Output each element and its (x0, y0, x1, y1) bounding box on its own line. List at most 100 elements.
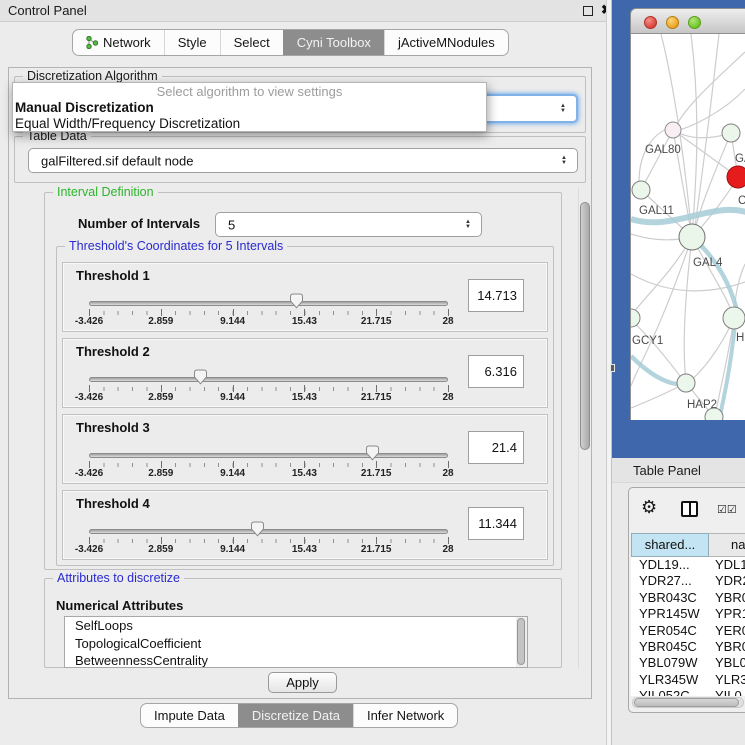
attributes-scrollbar[interactable] (516, 617, 527, 667)
application-window: Control Panel ✖ NetworkStyleSelectCyni T… (0, 0, 745, 745)
tick-mark (304, 309, 305, 316)
num-intervals-label: Number of Intervals (78, 216, 200, 231)
node-label: GA (735, 153, 745, 165)
table-data-combobox[interactable]: galFiltered.sif default node ▲▼ (28, 148, 578, 173)
table-row[interactable]: YLR345WYLR3 (631, 672, 745, 688)
tick-mark (448, 309, 449, 316)
tab-select[interactable]: Select (220, 30, 283, 55)
attribute-list-item[interactable]: TopologicalCoefficient (65, 635, 527, 653)
tick-label: 28 (442, 468, 453, 479)
control-panel-title: Control Panel (8, 3, 87, 18)
table-row[interactable]: YIL052CYIL0 (631, 688, 745, 696)
num-intervals-combobox[interactable]: 5 ▲▼ (215, 212, 482, 237)
tick-label: 9.144 (220, 468, 245, 479)
tick-mark (233, 461, 234, 468)
node-green[interactable] (722, 124, 740, 142)
node-label: HAP2 (687, 399, 717, 411)
table-header-row: shared... na (631, 533, 745, 557)
tick-mark (376, 385, 377, 392)
table-row[interactable]: YBR045CYBR0 (631, 639, 745, 655)
tick-label: 21.715 (361, 316, 392, 327)
tick-label: -3.426 (75, 316, 103, 327)
float-window-icon[interactable] (583, 6, 593, 16)
node-green[interactable] (677, 374, 695, 392)
tab-style[interactable]: Style (164, 30, 220, 55)
node-green[interactable] (631, 309, 640, 327)
select-columns-icon[interactable]: ☑☑ (717, 503, 737, 516)
tab-jactivemnodules[interactable]: jActiveMNodules (384, 30, 508, 55)
threshold-value-field[interactable]: 11.344 (468, 507, 524, 540)
mouse-cursor (610, 364, 615, 372)
network-edge-highlighted (692, 237, 738, 315)
network-graph: GAL80GACGAL11GAL4GCY1HHAP2 (631, 34, 745, 420)
scrollbar-thumb[interactable] (517, 618, 525, 665)
column-header-name[interactable]: na (709, 533, 745, 557)
slider-thumb[interactable] (289, 293, 304, 309)
cell-shared-name: YBL079W (631, 655, 709, 671)
column-header-shared-name[interactable]: shared... (631, 533, 709, 557)
tab-network[interactable]: Network (73, 30, 164, 55)
attribute-list-item[interactable]: SelfLoops (65, 617, 527, 635)
tab-cyni-toolbox[interactable]: Cyni Toolbox (283, 30, 384, 55)
tick-mark (161, 461, 162, 468)
threshold-value-field[interactable]: 21.4 (468, 431, 524, 464)
table-row[interactable]: YBL079WYBL0 (631, 655, 745, 671)
column-layout-icon[interactable] (681, 501, 698, 517)
slider-track[interactable] (89, 453, 448, 458)
zoom-traffic-light-icon[interactable] (688, 16, 701, 29)
tick-mark (304, 385, 305, 392)
scrollbar-thumb[interactable] (580, 202, 590, 450)
dropdown-placeholder: Select algorithm to view settings (13, 83, 486, 100)
node-green[interactable] (723, 307, 745, 329)
close-traffic-light-icon[interactable] (644, 16, 657, 29)
slider-ticks (89, 387, 449, 391)
tab-impute-data[interactable]: Impute Data (141, 704, 238, 727)
cell-shared-name: YLR345W (631, 672, 709, 688)
tick-label: -3.426 (75, 392, 103, 403)
network-edge-highlighted (719, 324, 735, 420)
table-row[interactable]: YDL19...YDL1 (631, 557, 745, 573)
gear-icon[interactable]: ⚙ (641, 497, 657, 518)
node-pink[interactable] (665, 122, 681, 138)
slider-track[interactable] (89, 301, 448, 306)
table-row[interactable]: YBR043CYBR0 (631, 590, 745, 606)
panel-vertical-scrollbar[interactable] (578, 188, 591, 668)
table-row[interactable]: YPR145WYPR1 (631, 606, 745, 622)
tick-mark (304, 461, 305, 468)
slider-thumb[interactable] (250, 521, 265, 537)
node-green[interactable] (632, 181, 650, 199)
apply-button[interactable]: Apply (268, 672, 337, 693)
numerical-attributes-list[interactable]: SelfLoopsTopologicalCoefficientBetweenne… (64, 616, 528, 668)
table-row[interactable]: YDR27...YDR2 (631, 573, 745, 589)
slider-track[interactable] (89, 529, 448, 534)
node-gal4[interactable] (679, 224, 705, 250)
tick-mark (233, 537, 234, 544)
slider-thumb[interactable] (365, 445, 380, 461)
cell-name: YBR0 (709, 590, 745, 606)
table-row[interactable]: YER054CYER0 (631, 623, 745, 639)
slider-track[interactable] (89, 377, 448, 382)
node-red[interactable] (727, 166, 745, 188)
attribute-list-item[interactable]: BetweennessCentrality (65, 652, 527, 668)
tab-infer-network[interactable]: Infer Network (353, 704, 457, 727)
slider-thumb[interactable] (193, 369, 208, 385)
network-canvas[interactable]: GAL80GACGAL11GAL4GCY1HHAP2 (630, 34, 745, 420)
cell-shared-name: YBR045C (631, 639, 709, 655)
threshold-coordinates-label: Threshold's Coordinates for 5 Intervals (65, 239, 287, 253)
cell-shared-name: YDR27... (631, 573, 709, 589)
tick-mark (233, 385, 234, 392)
tick-label: -3.426 (75, 544, 103, 555)
minimize-traffic-light-icon[interactable] (666, 16, 679, 29)
scrollbar-thumb[interactable] (634, 698, 739, 707)
cell-name: YDL1 (709, 557, 745, 573)
network-window-titlebar[interactable] (630, 8, 745, 34)
tick-label: 9.144 (220, 544, 245, 555)
table-body: YDL19...YDL1YDR27...YDR2YBR043CYBR0YPR14… (631, 557, 745, 696)
combo-arrows-icon: ▲▼ (561, 156, 567, 166)
threshold-value-field[interactable]: 14.713 (468, 279, 524, 312)
threshold-value-field[interactable]: 6.316 (468, 355, 524, 388)
dropdown-item[interactable]: Manual Discretization (13, 100, 486, 116)
table-horizontal-scrollbar[interactable] (632, 697, 744, 708)
dropdown-item[interactable]: Equal Width/Frequency Discretization (13, 116, 486, 132)
tab-discretize-data[interactable]: Discretize Data (238, 704, 353, 727)
